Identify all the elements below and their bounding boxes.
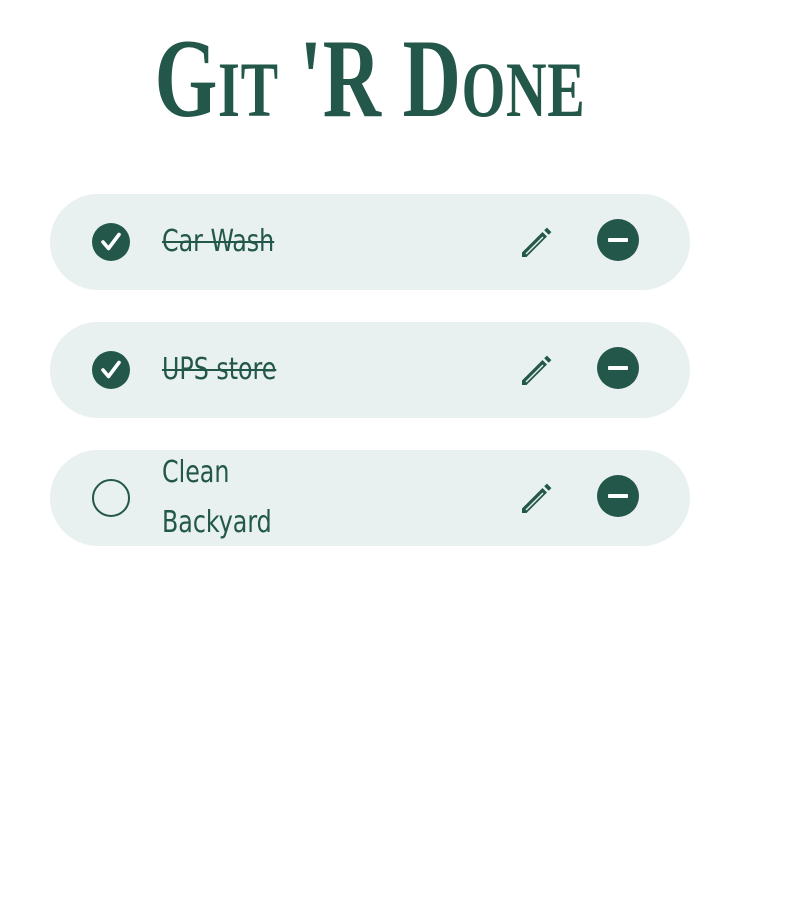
- checkmark-icon: [101, 360, 121, 379]
- pencil-icon: [522, 227, 552, 257]
- task-label: Car Wash: [162, 224, 275, 259]
- task-item: Clean Backyard: [50, 450, 690, 546]
- delete-button[interactable]: [597, 347, 639, 389]
- app-title: Git 'R Done: [154, 17, 586, 141]
- pencil-icon: [522, 355, 552, 385]
- task-label: UPS store: [162, 352, 277, 387]
- task-list: Car Wash UPS store Clean Backyard: [50, 194, 690, 578]
- task-item: UPS store: [50, 322, 690, 418]
- edit-button[interactable]: [516, 347, 560, 391]
- delete-button[interactable]: [597, 219, 639, 261]
- minus-circle-icon: [608, 366, 628, 370]
- pencil-icon: [522, 483, 552, 513]
- edit-button[interactable]: [516, 219, 560, 263]
- delete-button[interactable]: [597, 475, 639, 517]
- minus-circle-icon: [608, 494, 628, 498]
- task-label: Clean Backyard: [162, 455, 272, 540]
- task-checkbox-checked[interactable]: [92, 351, 130, 389]
- minus-circle-icon: [608, 238, 628, 242]
- task-item: Car Wash: [50, 194, 690, 290]
- checkmark-icon: [101, 232, 121, 251]
- task-checkbox-checked[interactable]: [92, 223, 130, 261]
- edit-button[interactable]: [516, 475, 560, 519]
- task-checkbox-unchecked[interactable]: [92, 479, 130, 517]
